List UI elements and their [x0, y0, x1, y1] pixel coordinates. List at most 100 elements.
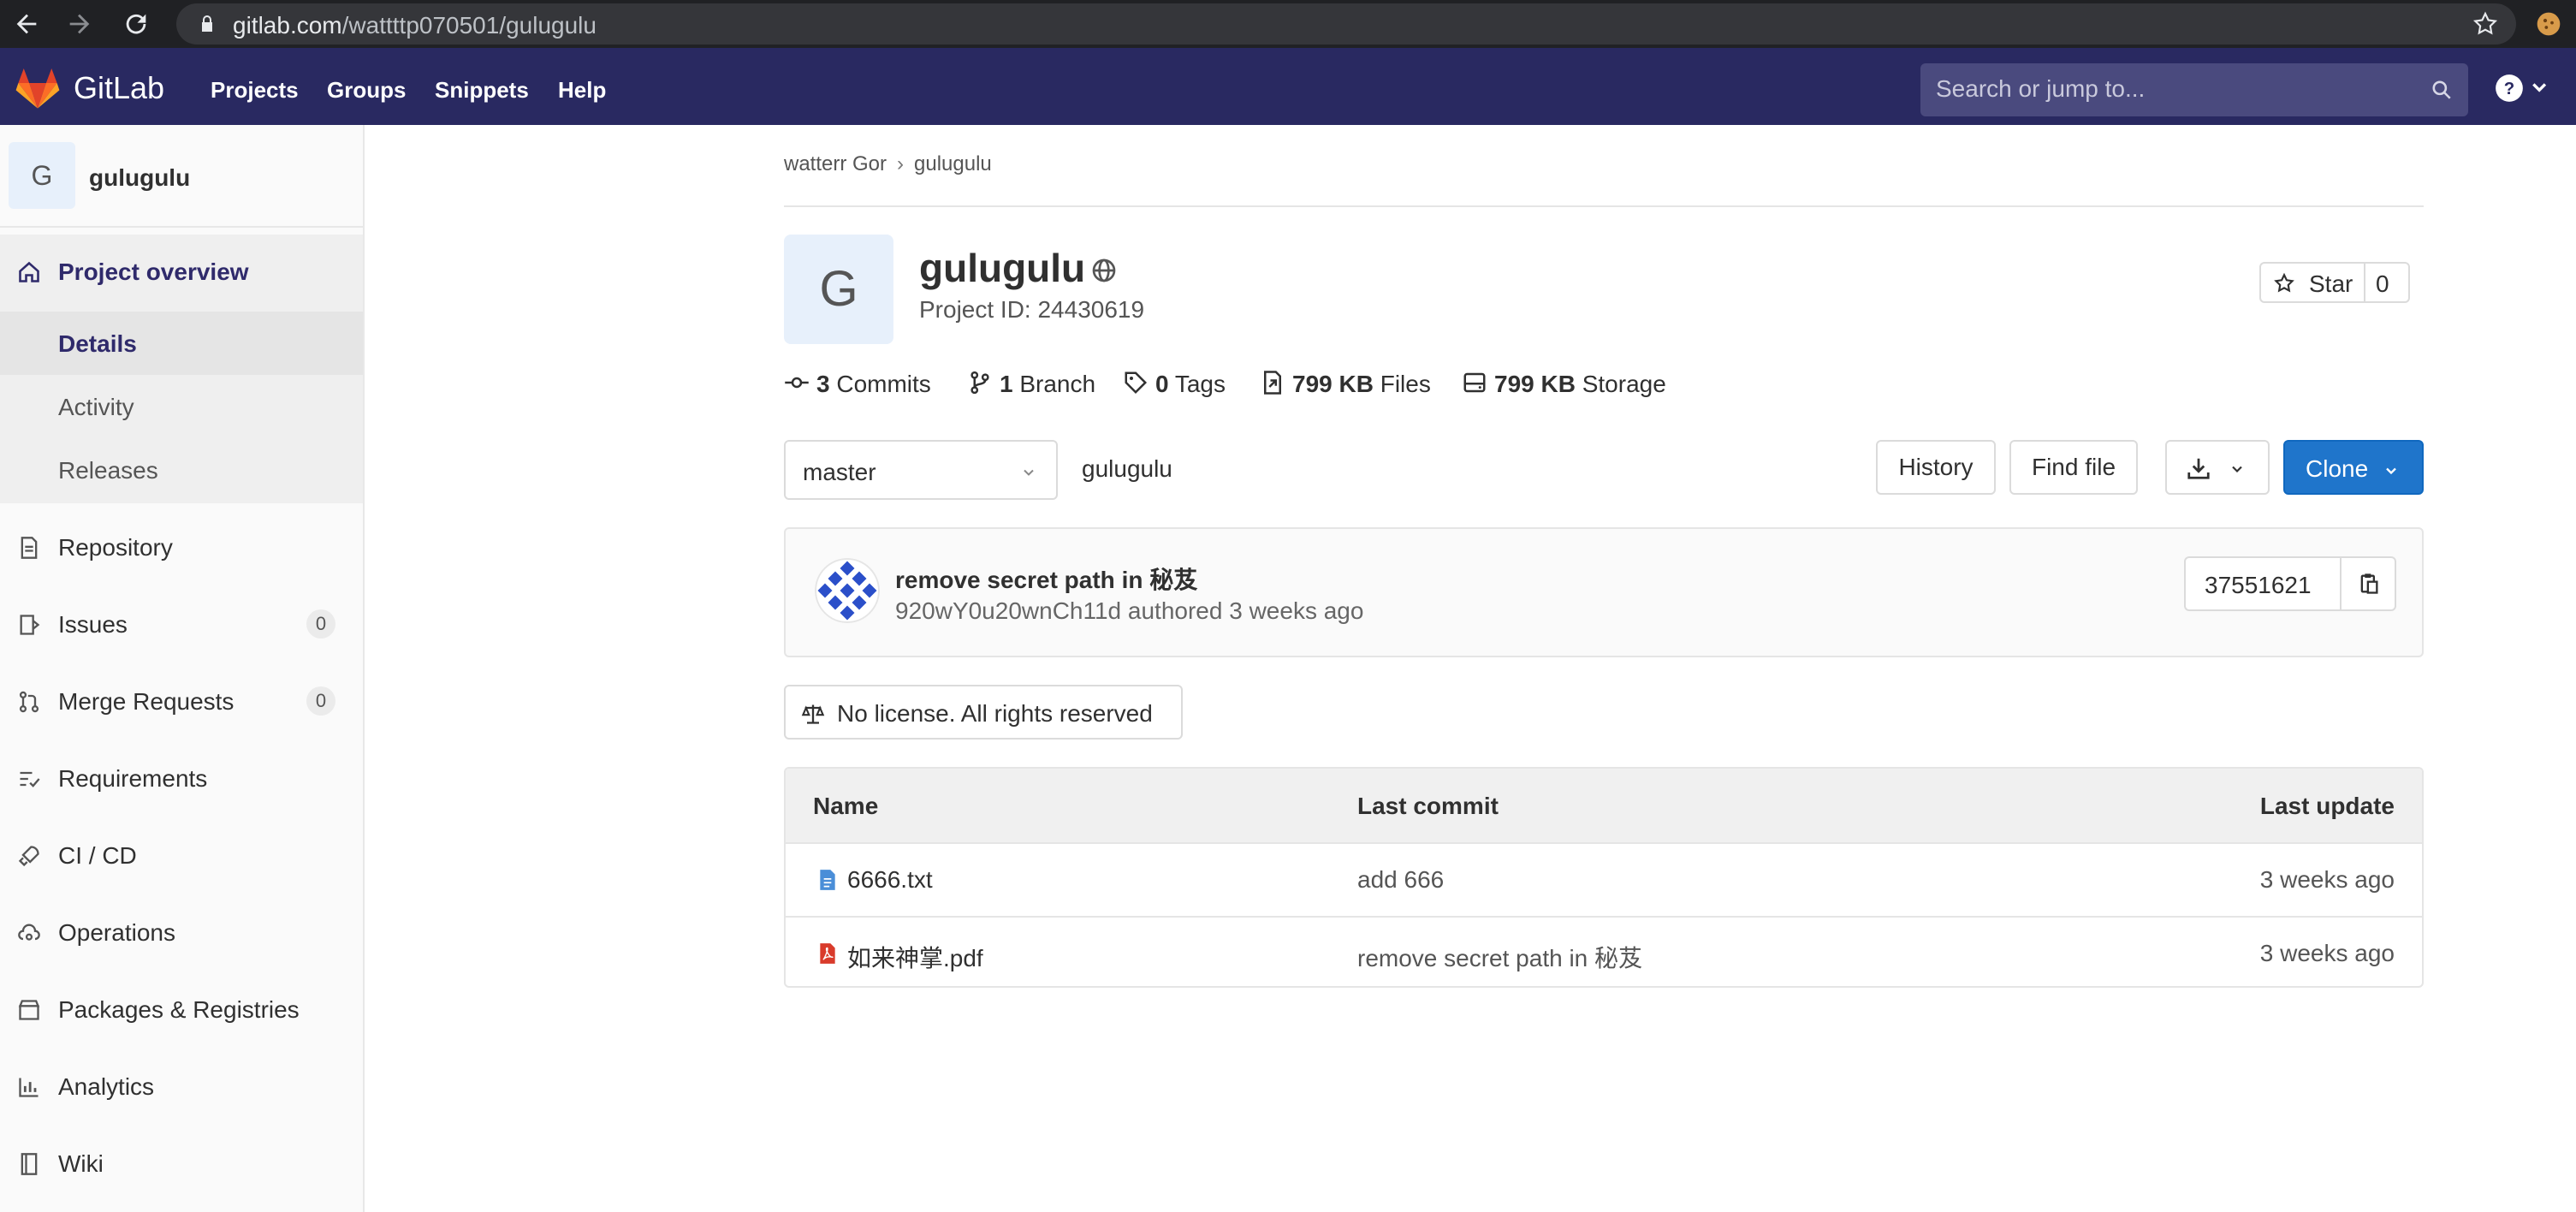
last-commit-panel: remove secret path in 秘芨 920wY0u20wnCh11… [784, 527, 2424, 657]
star-count[interactable]: 0 [2376, 270, 2389, 298]
gitlab-brand[interactable]: GitLab [74, 70, 164, 106]
chevron-down-icon [1024, 469, 1034, 476]
cookie-extension-icon[interactable] [2535, 10, 2562, 38]
download-icon [2187, 458, 2210, 479]
sidebar-item-label: Requirements [58, 765, 208, 792]
sidebar-item-packages-registries[interactable]: Packages & Registries [0, 977, 363, 1041]
star-toggle[interactable]: Star [2261, 264, 2365, 301]
help-dropdown-icon[interactable]: ? [2494, 74, 2554, 103]
table-row[interactable]: 如来神掌.pdf remove secret path in 秘芨 3 week… [786, 916, 2422, 986]
star-button[interactable]: Star 0 [2259, 262, 2410, 303]
project-avatar: G [9, 142, 75, 209]
sidebar-item-label: Analytics [58, 1073, 155, 1100]
sidebar-subitem-details[interactable]: Details [0, 312, 363, 375]
download-button[interactable] [2165, 440, 2270, 495]
license-button[interactable]: No license. All rights reserved [784, 685, 1183, 740]
nav-groups[interactable]: Groups [327, 77, 406, 104]
sidebar-item-label: Issues [58, 611, 128, 638]
branch-icon [970, 371, 989, 395]
sidebar-item-operations[interactable]: Operations [0, 900, 363, 964]
file-size-icon [1264, 371, 1281, 395]
browser-toolbar: gitlab.com/wattttp070501/gulugulu [0, 0, 2576, 48]
search-input[interactable] [1936, 75, 2415, 103]
nav-projects[interactable]: Projects [211, 77, 299, 104]
back-arrow-icon[interactable] [12, 9, 41, 39]
stat-tags[interactable]: 0 Tags [1123, 370, 1226, 398]
file-tree-table: Name Last commit Last update 6666.txt ad… [784, 767, 2424, 988]
search-box[interactable] [1920, 63, 2468, 116]
repo-path-label[interactable]: gulugulu [1082, 455, 1172, 483]
file-name-link[interactable]: 6666.txt [847, 866, 933, 894]
tag-icon [1125, 371, 1148, 395]
sidebar-item-issues[interactable]: Issues 0 [0, 592, 363, 656]
project-id: Project ID: 24430619 [919, 296, 1145, 323]
rocket-icon [18, 846, 39, 867]
sidebar-item-requirements[interactable]: Requirements [0, 746, 363, 810]
branch-dropdown[interactable]: master [784, 440, 1058, 500]
history-button[interactable]: History [1876, 440, 1996, 495]
find-file-button[interactable]: Find file [2009, 440, 2138, 495]
sidebar-project-name[interactable]: gulugulu [89, 164, 190, 192]
sidebar-item-label: Operations [58, 919, 175, 946]
clone-button[interactable]: Clone [2283, 440, 2424, 495]
sidebar-project-context[interactable]: G gulugulu [0, 125, 363, 228]
sidebar-item-project-overview[interactable]: Project overview [0, 235, 363, 312]
bookmark-star-icon[interactable] [2472, 10, 2499, 38]
sidebar-item-merge-requests[interactable]: Merge Requests 0 [0, 669, 363, 733]
clipboard-icon [2360, 573, 2378, 594]
commit-icon [785, 377, 809, 389]
commit-sha[interactable]: 37551621 [2205, 572, 2312, 599]
lock-icon [202, 15, 212, 32]
author-avatar[interactable] [815, 558, 880, 623]
search-icon[interactable] [2431, 79, 2453, 101]
sidebar-item-label: Wiki [58, 1150, 104, 1177]
stat-files[interactable]: 799 KB Files [1260, 370, 1431, 398]
sidebar-item-analytics[interactable]: Analytics [0, 1055, 363, 1118]
sidebar-subitem-label: Activity [58, 394, 134, 420]
file-name-link[interactable]: 如来神掌.pdf [847, 940, 983, 974]
sidebar-item-repository[interactable]: Repository [0, 515, 363, 579]
file-last-commit-link[interactable]: add 666 [1357, 866, 1444, 894]
stat-storage[interactable]: 799 KB Storage [1462, 370, 1666, 398]
file-last-update: 3 weeks ago [2259, 866, 2395, 893]
sidebar-item-wiki[interactable]: Wiki [0, 1132, 363, 1195]
pdf-file-icon [820, 943, 835, 964]
url-text: gitlab.com/wattttp070501/gulugulu [233, 12, 597, 39]
cloud-gear-icon [18, 924, 40, 941]
address-bar[interactable]: gitlab.com/wattttp070501/gulugulu [176, 3, 2516, 45]
sidebar-item-label: Packages & Registries [58, 996, 300, 1023]
stat-branches[interactable]: 1 Branch [967, 370, 1095, 398]
copy-sha-button[interactable] [2340, 558, 2395, 609]
file-last-update: 3 weeks ago [2259, 940, 2395, 966]
breadcrumb-separator-icon: › [897, 152, 905, 175]
sidebar-item-ci-cd[interactable]: CI / CD [0, 823, 363, 887]
sidebar-subitem-activity[interactable]: Activity [0, 375, 363, 438]
sidebar-subitem-label: Releases [58, 457, 158, 484]
gitlab-tanuki-icon[interactable] [15, 68, 60, 110]
storage-icon [1463, 372, 1486, 393]
commit-sha-group: 37551621 [2184, 556, 2396, 611]
commit-title[interactable]: remove secret path in 秘芨 [895, 561, 1197, 596]
sidebar-item-label: Repository [58, 534, 173, 561]
chevron-down-icon [2232, 466, 2242, 473]
table-header: Name Last commit Last update [786, 769, 2422, 844]
breadcrumb-item-namespace[interactable]: watterr Gor [784, 152, 887, 175]
table-row[interactable]: 6666.txt add 666 3 weeks ago [786, 844, 2422, 916]
sidebar-subitem-releases[interactable]: Releases [0, 438, 363, 503]
gitlab-header: GitLab Projects Groups Snippets Help ? [0, 48, 2576, 125]
forward-arrow-icon[interactable] [65, 9, 94, 39]
chevron-down-icon [2386, 467, 2396, 475]
nav-help[interactable]: Help [558, 77, 606, 104]
nav-snippets[interactable]: Snippets [435, 77, 529, 104]
merge-requests-count-badge: 0 [306, 686, 335, 716]
breadcrumb-item-project[interactable]: gulugulu [914, 152, 992, 175]
scale-icon [801, 704, 825, 724]
file-last-commit-link[interactable]: remove secret path in 秘芨 [1357, 940, 1642, 974]
breadcrumb-divider [784, 205, 2424, 207]
reload-icon[interactable] [122, 9, 151, 39]
sidebar-subitem-label: Details [58, 330, 137, 357]
sidebar-item-label: CI / CD [58, 842, 137, 869]
project-avatar-large: G [784, 235, 893, 344]
stat-commits[interactable]: 3 Commits [784, 370, 931, 398]
identicon-icon [815, 558, 880, 623]
